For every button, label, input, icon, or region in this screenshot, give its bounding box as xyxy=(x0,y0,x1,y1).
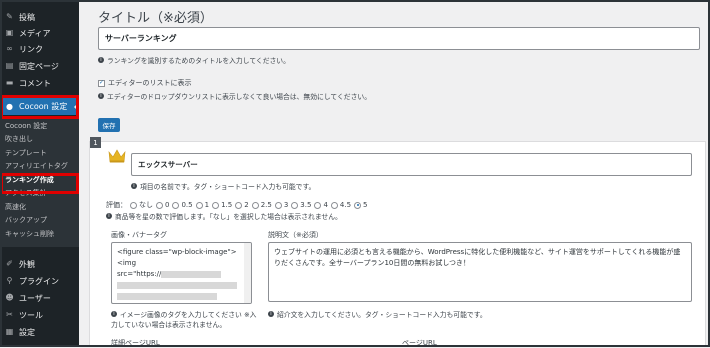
plugin-icon: ⚲ xyxy=(6,276,13,285)
crown-icon xyxy=(108,149,126,163)
submenu-item[interactable]: バックアップ xyxy=(0,214,79,228)
info-icon: i xyxy=(98,57,104,63)
sidebar-item-label: 外観 xyxy=(19,259,35,269)
rating-radio[interactable] xyxy=(330,201,338,209)
info-icon: i xyxy=(131,183,137,189)
highlight-cocoon-settings xyxy=(0,95,79,119)
sidebar-item-posts[interactable]: ✎ 投稿 xyxy=(0,9,79,25)
sidebar-item-label: コメント xyxy=(19,78,51,88)
rating-radio[interactable] xyxy=(251,201,259,209)
submenu-item[interactable]: Cocoon 設定 xyxy=(0,119,79,133)
sidebar-item-label: リンク xyxy=(19,44,43,54)
pin-icon: ✎ xyxy=(6,12,13,21)
item-name-input[interactable]: エックスサーバー xyxy=(131,153,692,176)
description-label: 説明文（※必須） xyxy=(268,231,323,239)
rating-radio[interactable] xyxy=(212,201,220,209)
sidebar-item-comments[interactable]: ▬ コメント xyxy=(0,75,79,91)
sidebar-item-plugins[interactable]: ⚲ プラグイン xyxy=(0,273,79,289)
sidebar-item-label: 固定ページ xyxy=(19,61,59,71)
blurred-text xyxy=(117,292,217,300)
rating-row: 評価： なし 0 0.5 1 1.5 2 2.5 3 3.5 4 4.5 5 xyxy=(106,201,368,209)
image-tag-textarea[interactable]: <figure class="wp-block-image"> <img src… xyxy=(111,242,252,304)
sidebar-item-pages[interactable]: ▤ 固定ページ xyxy=(0,58,79,74)
description-textarea[interactable]: ウェブサイトの運用に必須とも言える機能から、WordPressに特化した便利機能… xyxy=(268,242,692,302)
blurred-text xyxy=(117,281,237,289)
rating-radio[interactable] xyxy=(156,201,163,209)
rating-radio-selected[interactable] xyxy=(354,201,362,209)
textarea-scrollbar[interactable] xyxy=(244,243,251,303)
sidebar-item-label: 投稿 xyxy=(19,12,35,22)
info-icon: i xyxy=(268,311,274,317)
rating-radio[interactable] xyxy=(235,201,243,209)
info-icon: i xyxy=(111,311,117,317)
sidebar-item-label: 設定 xyxy=(19,327,35,337)
info-icon: i xyxy=(98,93,104,99)
rating-radio[interactable] xyxy=(291,201,299,209)
link-icon: ∞ xyxy=(6,44,13,53)
sidebar-item-users[interactable]: ☻ ユーザー xyxy=(0,290,79,306)
rating-radio[interactable] xyxy=(130,201,137,209)
rating-radio[interactable] xyxy=(195,201,203,209)
title-help: i ランキングを識別するためのタイトルを入力してください。 xyxy=(98,55,290,65)
rating-radio[interactable] xyxy=(314,201,322,209)
code-line: src="https:// xyxy=(117,270,162,278)
sidebar-item-label: ツール xyxy=(19,310,43,320)
code-line: <img xyxy=(117,259,137,267)
save-button[interactable]: 保存 xyxy=(98,118,120,132)
editor-list-help: i エディターのドロップダウンリストに表示しなくて良い場合は、無効にしてください。 xyxy=(98,91,371,101)
page-icon: ▤ xyxy=(5,61,14,70)
editor-list-checkbox[interactable]: ✓ xyxy=(98,79,105,87)
highlight-ranking-menu xyxy=(0,173,79,194)
image-label: 画像・バナータグ xyxy=(111,231,167,239)
submenu-item[interactable]: アフィリエイトタグ xyxy=(0,160,79,174)
title-input[interactable]: サーバーランキング xyxy=(98,27,700,50)
submenu-item[interactable]: テンプレート xyxy=(0,146,79,160)
info-icon: i xyxy=(106,213,112,219)
editor-list-row: ✓ エディターのリストに表示 xyxy=(98,78,192,88)
comment-icon: ▬ xyxy=(5,78,14,87)
main-content: タイトル（※必須） サーバーランキング i ランキングを識別するためのタイトルを入… xyxy=(79,0,710,347)
blurred-text xyxy=(161,270,222,278)
media-icon: ▣ xyxy=(5,28,14,37)
sidebar-item-media[interactable]: ▣ メディア xyxy=(0,25,79,41)
item-name-help: i 項目の名前です。タグ・ショートコード入力も可能です。 xyxy=(131,181,315,191)
description-help: i 紹介文を入力してください。タグ・ショートコード入力も可能です。 xyxy=(268,309,487,319)
item-number-badge: 1 xyxy=(90,137,101,148)
image-help: i イメージ画像のタグを入力してください ※入 xyxy=(111,309,256,319)
sidebar-item-label: メディア xyxy=(19,28,51,38)
rating-radio[interactable] xyxy=(274,201,282,209)
settings-icon: ▦ xyxy=(5,327,14,336)
submenu-item[interactable]: 高速化 xyxy=(0,200,79,214)
sidebar-item-appearance[interactable]: ✐ 外観 xyxy=(0,256,79,272)
rating-radio[interactable] xyxy=(172,201,180,209)
rating-help: i 商品等を星の数で評価します。「なし」を選択した場合は表示されません。 xyxy=(106,211,342,221)
sidebar-item-links[interactable]: ∞ リンク xyxy=(0,41,79,57)
code-line: <figure class="wp-block-image"> xyxy=(117,248,237,256)
submenu-item[interactable]: 吹き出し xyxy=(0,133,79,147)
sidebar-item-tools[interactable]: ✂ ツール xyxy=(0,307,79,323)
tools-icon: ✂ xyxy=(6,310,13,319)
title-label: タイトル（※必須） xyxy=(98,11,213,26)
appearance-icon: ✐ xyxy=(6,259,13,268)
image-help-2: 力していない場合は表示されません。 xyxy=(111,321,227,329)
sidebar-item-label: プラグイン xyxy=(19,276,59,286)
sidebar-item-settings[interactable]: ▦ 設定 xyxy=(0,324,79,340)
rating-label: 評価： xyxy=(106,201,127,209)
sidebar-item-label: ユーザー xyxy=(19,293,51,303)
submenu-item[interactable]: キャッシュ削除 xyxy=(0,227,79,241)
user-icon: ☻ xyxy=(5,293,14,302)
editor-list-label: エディターのリストに表示 xyxy=(108,79,192,87)
